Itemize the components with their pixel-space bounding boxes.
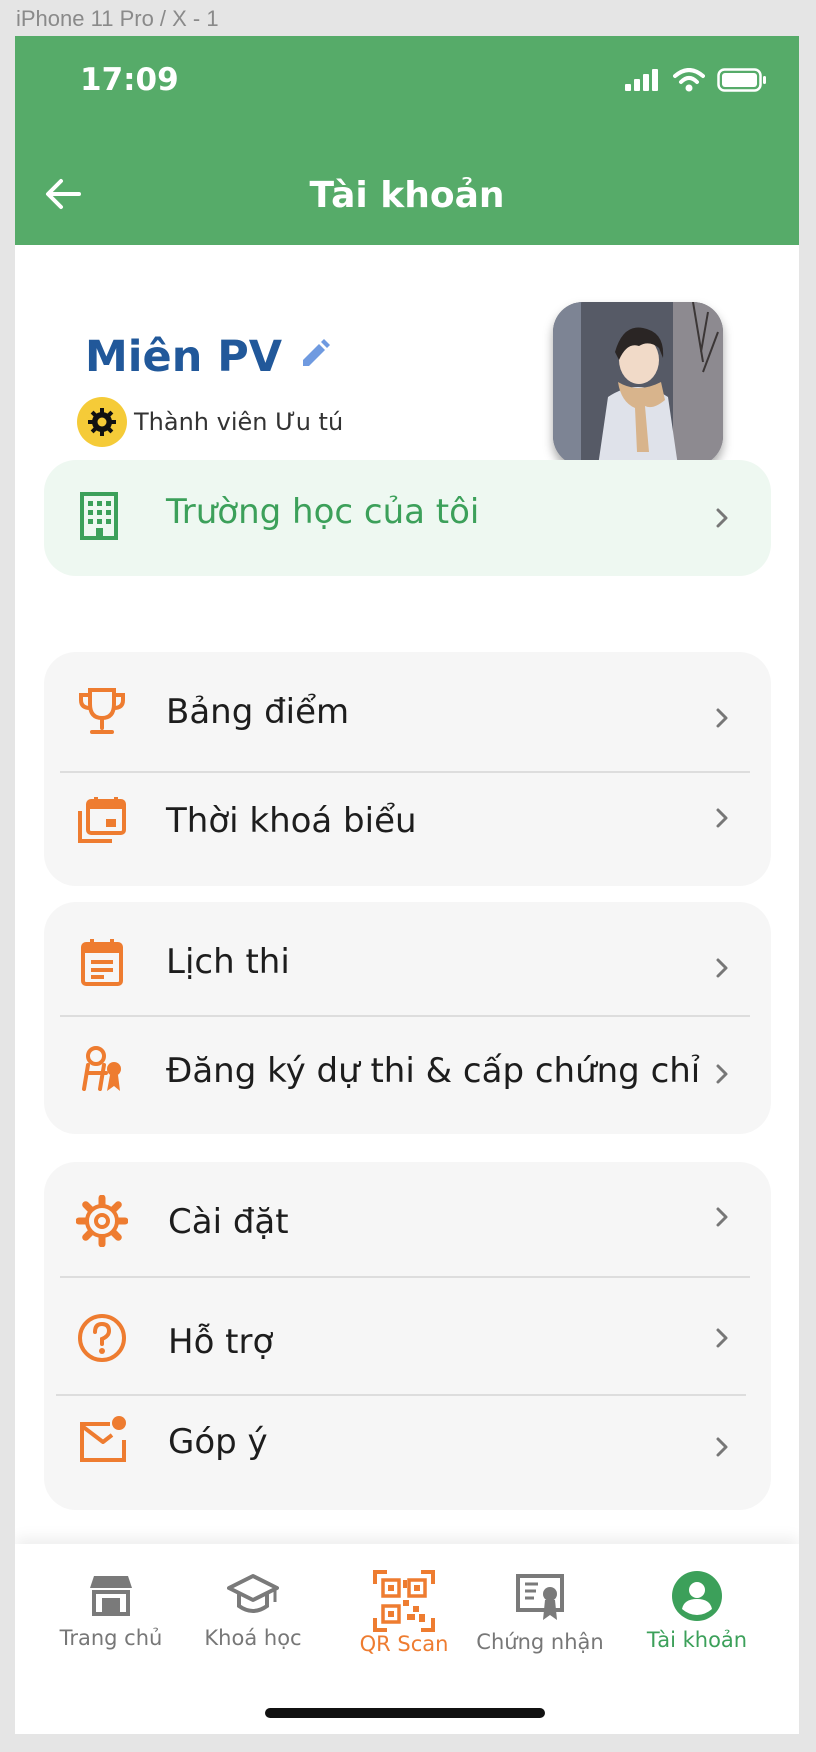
qr-icon — [373, 1570, 435, 1632]
profile-name: Miên PV — [85, 332, 283, 382]
nav-label: Trang chủ — [59, 1626, 163, 1650]
bottom-nav: Trang chủ Khoá học QR Scan Chứng nhận Tà… — [15, 1544, 799, 1734]
menu-item-label: Thời khoá biểu — [166, 801, 417, 841]
membership-label: Thành viên Ưu tú — [134, 408, 344, 436]
menu-item-label: Lịch thi — [166, 942, 290, 982]
chevron-right-icon — [716, 808, 728, 828]
mail-icon — [80, 1416, 126, 1462]
nav-label: Khoá học — [204, 1626, 302, 1650]
signal-icon — [625, 69, 658, 91]
nav-certificates[interactable]: Chứng nhận — [465, 1570, 615, 1654]
menu-item-support[interactable]: Hỗ trợ — [44, 1278, 771, 1395]
account-icon — [672, 1571, 722, 1621]
store-icon — [90, 1576, 132, 1616]
home-indicator — [265, 1708, 545, 1718]
gear-icon — [76, 1195, 128, 1247]
chevron-right-icon — [716, 708, 728, 728]
artboard-label: iPhone 11 Pro / X - 1 — [16, 6, 219, 31]
graduation-cap-icon — [227, 1574, 279, 1613]
chevron-right-icon — [716, 1207, 728, 1227]
menu-item-timetable[interactable]: Thời khoá biểu — [44, 773, 771, 886]
menu-item-transcript[interactable]: Bảng điểm — [44, 652, 771, 772]
menu-item-label: Bảng điểm — [166, 692, 350, 732]
nav-label: Tài khoản — [646, 1628, 748, 1652]
battery-icon — [717, 68, 766, 92]
chevron-right-icon — [716, 958, 728, 978]
nav-label: QR Scan — [359, 1632, 449, 1656]
membership-gear-icon — [77, 397, 127, 447]
help-icon — [78, 1314, 126, 1362]
trophy-icon — [79, 688, 125, 734]
my-school-card[interactable]: Trường học của tôi — [44, 460, 771, 576]
chevron-right-icon — [716, 1437, 728, 1457]
menu-item-label: Hỗ trợ — [168, 1322, 274, 1362]
status-icons — [625, 68, 767, 92]
edit-pencil-icon[interactable] — [299, 338, 331, 370]
chevron-right-icon — [716, 1064, 728, 1084]
status-time: 17:09 — [80, 62, 179, 98]
app-header: 17:09 Tài khoản — [15, 36, 799, 245]
academic-card: Bảng điểm Thời khoá biểu — [44, 652, 771, 886]
chevron-right-icon — [716, 1328, 728, 1348]
nav-account[interactable]: Tài khoản — [622, 1570, 772, 1652]
nav-home[interactable]: Trang chủ — [36, 1570, 186, 1650]
menu-item-settings[interactable]: Cài đặt — [44, 1162, 771, 1276]
menu-item-label: Đăng ký dự thi & cấp chứng chỉ — [166, 1051, 701, 1091]
menu-item-exam-schedule[interactable]: Lịch thi — [44, 902, 771, 1016]
menu-item-feedback[interactable]: Góp ý — [44, 1396, 771, 1510]
menu-item-my-school[interactable]: Trường học của tôi — [44, 460, 771, 576]
wifi-icon — [673, 68, 705, 92]
register-certificate-icon — [82, 1046, 121, 1091]
avatar[interactable] — [553, 302, 723, 466]
exam-card: Lịch thi Đăng ký dự thi & cấp chứng chỉ — [44, 902, 771, 1134]
chevron-right-icon — [716, 508, 728, 528]
settings-card: Cài đặt Hỗ trợ Góp ý — [44, 1162, 771, 1510]
menu-item-label: Cài đặt — [168, 1202, 289, 1242]
schedule-icon — [78, 797, 126, 843]
menu-item-label: Trường học của tôi — [166, 492, 480, 532]
menu-item-exam-registration[interactable]: Đăng ký dự thi & cấp chứng chỉ — [44, 1017, 771, 1134]
nav-courses[interactable]: Khoá học — [178, 1570, 328, 1650]
page-title: Tài khoản — [309, 175, 505, 216]
nav-label: Chứng nhận — [476, 1630, 604, 1654]
menu-item-label: Góp ý — [168, 1422, 268, 1462]
phone-screen: 17:09 Tài khoản Miên PV Thành viên Ưu tú — [15, 36, 799, 1734]
nav-qr-scan[interactable]: QR Scan — [329, 1570, 479, 1656]
certificate-icon — [516, 1574, 564, 1620]
exam-calendar-icon — [81, 939, 123, 986]
building-icon — [80, 492, 118, 540]
membership-badge: Thành viên Ưu tú — [77, 397, 343, 447]
